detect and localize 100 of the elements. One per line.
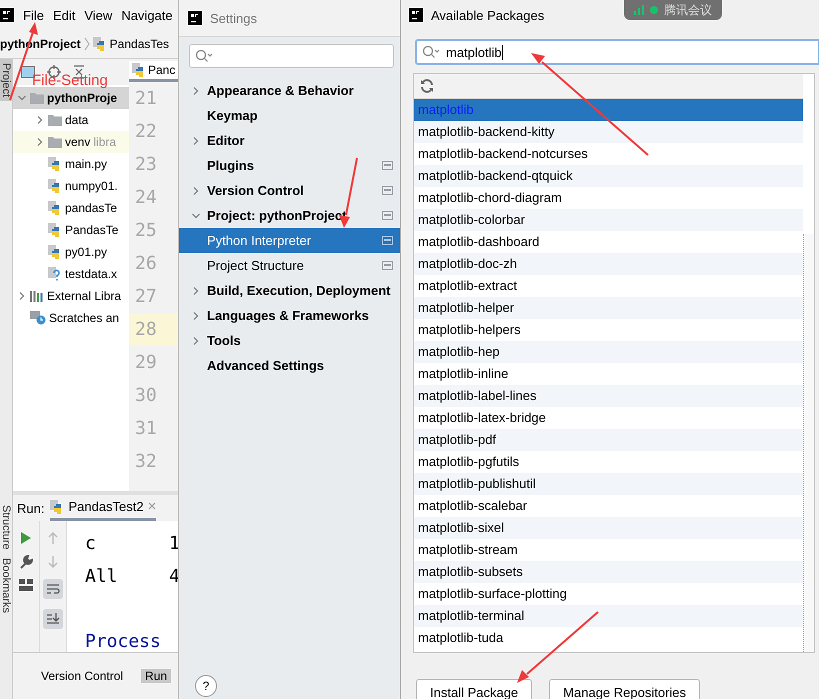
settings-item[interactable]: Version Control — [179, 178, 401, 203]
package-item[interactable]: matplotlib-doc-zh — [414, 253, 803, 275]
signal-icon — [634, 5, 644, 15]
menu-item[interactable]: Edit — [52, 8, 76, 22]
soft-wrap-icon[interactable] — [43, 579, 63, 599]
tree-item-label: PandasTe — [65, 223, 118, 237]
console-text: Process — [85, 631, 161, 652]
settings-item[interactable]: Plugins — [179, 153, 401, 178]
console-text: 4 — [169, 566, 180, 589]
package-item[interactable]: matplotlib-pgfutils — [414, 451, 803, 473]
window-icon[interactable] — [21, 66, 35, 78]
tree-item[interactable]: main.py — [13, 153, 129, 175]
dialog-button[interactable]: Manage Repositories — [549, 679, 700, 699]
search-icon — [195, 49, 213, 63]
tree-item[interactable]: venv libra — [13, 131, 129, 153]
package-item[interactable]: matplotlib-pdf — [414, 429, 803, 451]
settings-item[interactable]: Advanced Settings — [179, 353, 401, 378]
tool-window-tab[interactable]: Version Control — [37, 669, 128, 683]
package-item[interactable]: matplotlib-inline — [414, 363, 803, 385]
tree-item-label: pythonProje — [47, 91, 118, 105]
scroll-to-end-icon[interactable] — [43, 609, 63, 629]
annotation-text: File-Setting — [32, 72, 108, 89]
tree-item[interactable]: py01.py — [13, 241, 129, 263]
line-number: 24 — [134, 186, 158, 210]
menu-item[interactable]: File — [23, 8, 44, 22]
tree-item[interactable]: PandasTe — [13, 219, 129, 241]
package-item[interactable]: matplotlib-latex-bridge — [414, 407, 803, 429]
tree-item[interactable]: Scratches an — [13, 307, 129, 329]
line-number: 25 — [134, 219, 158, 243]
line-number: 22 — [134, 120, 158, 144]
settings-item[interactable]: Project Structure — [179, 253, 401, 278]
settings-item[interactable]: Editor — [179, 128, 401, 153]
console-text: All — [85, 566, 119, 589]
library-icon — [30, 290, 44, 302]
package-item[interactable]: matplotlib-publishutil — [414, 473, 803, 495]
settings-item[interactable]: Tools — [179, 328, 401, 353]
tree-item-label: venv — [65, 135, 90, 149]
scratches-icon — [30, 311, 46, 325]
settings-item[interactable]: Languages & Frameworks — [179, 303, 401, 328]
tree-item[interactable]: pythonProje — [13, 87, 129, 109]
side-tab[interactable]: Structure — [0, 501, 12, 554]
settings-item-label: Build, Execution, Deployment — [207, 283, 392, 298]
package-item[interactable]: matplotlib-backend-kitty — [414, 121, 803, 143]
side-tab[interactable]: Project — [0, 59, 12, 102]
window-title: Available Packages — [431, 8, 544, 22]
layout-icon[interactable] — [19, 579, 33, 591]
package-item[interactable]: matplotlib-terminal — [414, 605, 803, 627]
run-label: Run: — [17, 500, 44, 516]
menu-item[interactable]: View — [84, 8, 112, 22]
package-item[interactable]: matplotlib-extract — [414, 275, 803, 297]
tree-item-label: testdata.x — [65, 267, 118, 281]
package-item[interactable]: matplotlib-surface-plotting — [414, 583, 803, 605]
window-title: Settings — [210, 10, 257, 26]
tree-item[interactable]: testdata.x — [13, 263, 129, 285]
package-item[interactable]: matplotlib-hep — [414, 341, 803, 363]
meeting-badge[interactable]: 腾讯会议 — [624, 0, 722, 20]
search-field[interactable]: matplotlib — [415, 39, 819, 65]
search-field[interactable] — [189, 44, 394, 68]
menu-item[interactable]: Navigate — [121, 8, 173, 22]
python-file-icon — [132, 63, 146, 77]
settings-item[interactable]: Python Interpreter — [179, 228, 401, 253]
tool-window-tab[interactable]: Run — [141, 669, 172, 683]
package-item[interactable]: matplotlib-scalebar — [414, 495, 803, 517]
tree-item[interactable]: External Libra — [13, 285, 129, 307]
package-item[interactable]: matplotlib-helpers — [414, 319, 803, 341]
package-item[interactable]: matplotlib-tuda — [414, 627, 803, 649]
dialog-button[interactable]: Install Package — [416, 679, 532, 699]
python-file-icon — [48, 201, 62, 215]
settings-item-label: Python Interpreter — [207, 233, 312, 248]
run-icon[interactable] — [20, 531, 32, 545]
help-button[interactable]: ? — [195, 675, 217, 697]
line-number: 31 — [134, 417, 158, 441]
settings-item[interactable]: Build, Execution, Deployment — [179, 278, 401, 303]
package-item[interactable]: matplotlib-backend-notcurses — [414, 143, 803, 165]
tree-item-label: py01.py — [65, 245, 108, 259]
package-item[interactable]: matplotlib-sixel — [414, 517, 803, 539]
tree-item[interactable]: pandasTe — [13, 197, 129, 219]
package-item[interactable]: matplotlib-colorbar — [414, 209, 803, 231]
package-item[interactable]: matplotlib-subsets — [414, 561, 803, 583]
tree-item-label: data — [65, 113, 88, 127]
package-item[interactable]: matplotlib-backend-qtquick — [414, 165, 803, 187]
package-item[interactable]: matplotlib-label-lines — [414, 385, 803, 407]
folder-icon — [30, 92, 44, 104]
side-tab[interactable]: Bookmarks — [0, 554, 12, 617]
package-item[interactable]: matplotlib-stream — [414, 539, 803, 561]
settings-item-label: Keymap — [207, 108, 259, 123]
breadcrumb[interactable]: PandasTes — [110, 37, 170, 51]
tree-item[interactable]: data — [13, 109, 129, 131]
tree-item[interactable]: numpy01. — [13, 175, 129, 197]
settings-item[interactable]: Appearance & Behavior — [179, 78, 401, 103]
settings-item[interactable]: Project: pythonProject — [179, 203, 401, 228]
wrench-icon[interactable] — [19, 555, 33, 569]
package-item[interactable]: matplotlib-dashboard — [414, 231, 803, 253]
settings-item[interactable]: Keymap — [179, 103, 401, 128]
tree-item-label: Scratches an — [49, 311, 120, 325]
package-item[interactable]: matplotlib-chord-diagram — [414, 187, 803, 209]
line-number: 26 — [134, 252, 158, 276]
tree-item-label: numpy01. — [65, 179, 118, 193]
package-item[interactable]: matplotlib-helper — [414, 297, 803, 319]
refresh-icon[interactable] — [420, 79, 434, 93]
